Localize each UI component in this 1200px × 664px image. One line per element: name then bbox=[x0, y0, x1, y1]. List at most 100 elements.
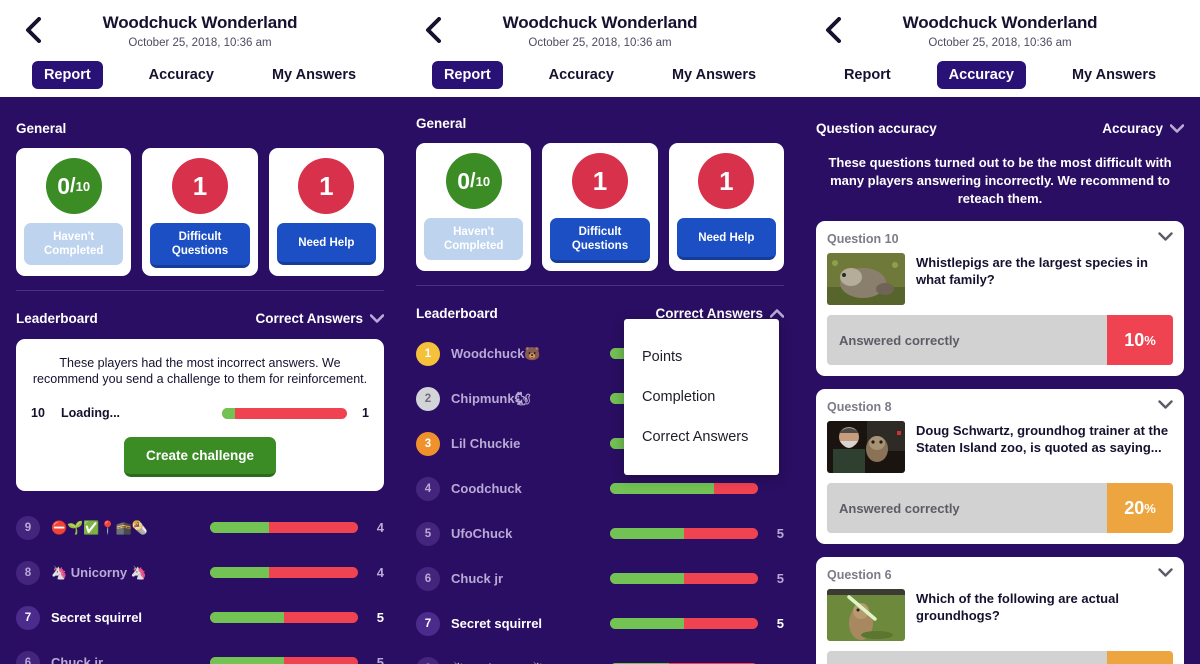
player-name: Woodchuck🐻 bbox=[451, 345, 541, 361]
chevron-left-icon bbox=[826, 17, 841, 43]
progress-correct-segment bbox=[610, 528, 684, 539]
stat-value-circle: 1 bbox=[698, 153, 755, 209]
challenge-card: These players had the most incorrect ans… bbox=[16, 339, 384, 491]
accuracy-percent: 10% bbox=[1107, 315, 1173, 365]
rank-badge: 6 bbox=[416, 566, 440, 591]
question-thumbnail bbox=[827, 421, 905, 473]
stat-value-circle: 0/10 bbox=[45, 158, 102, 214]
question-card[interactable]: Question 6 Which of the following are ac… bbox=[816, 557, 1184, 664]
leaderboard-sort-control[interactable]: Correct Answers bbox=[255, 311, 384, 326]
question-card[interactable]: Question 8 Doug Schwartz, groundhog trai… bbox=[816, 389, 1184, 544]
stat-label: Difficult Questions bbox=[550, 218, 650, 263]
player-name: Chipmunk🐿 bbox=[451, 390, 532, 406]
table-row[interactable]: 9 ⛔🌱✅📍🕋🌯 4 bbox=[16, 505, 384, 550]
player-name: Chuck jr bbox=[451, 571, 504, 586]
tab-my-answers[interactable]: My Answers bbox=[660, 61, 768, 89]
stat-card-havent-completed[interactable]: 0/10 Haven't Completed bbox=[416, 143, 532, 271]
table-row[interactable]: 6 Chuck jr 5 bbox=[16, 640, 384, 664]
chevron-down-icon[interactable] bbox=[1158, 232, 1173, 241]
accuracy-percent-value: 20 bbox=[1124, 497, 1145, 518]
progress-correct-segment bbox=[210, 657, 284, 664]
stat-value-circle: 1 bbox=[571, 153, 628, 209]
rank-badge: 9 bbox=[16, 515, 40, 540]
back-button[interactable] bbox=[420, 16, 446, 44]
chevron-left-icon bbox=[426, 17, 441, 43]
table-row[interactable]: 7 Secret squirrel 5 bbox=[416, 601, 784, 646]
rank-badge: 2 bbox=[416, 386, 440, 411]
tab-my-answers[interactable]: My Answers bbox=[260, 61, 368, 89]
score-progress-bar bbox=[210, 612, 358, 623]
stat-card-need-help[interactable]: 1 Need Help bbox=[268, 148, 384, 276]
stat-card-havent-completed[interactable]: 0/10 Haven't Completed bbox=[16, 148, 132, 276]
progress-correct-segment bbox=[210, 522, 270, 533]
stat-card-difficult-questions[interactable]: 1 Difficult Questions bbox=[142, 148, 258, 276]
dropdown-option-points[interactable]: Points bbox=[624, 337, 779, 377]
chevron-down-icon[interactable] bbox=[1158, 400, 1173, 409]
stat-denominator: 10 bbox=[475, 173, 491, 189]
rank-badge: 3 bbox=[416, 431, 440, 456]
app-header: Woodchuck Wonderland October 25, 2018, 1… bbox=[0, 0, 400, 97]
answered-correctly-bar: Answered correctly bbox=[827, 651, 1173, 664]
table-row[interactable]: 5 UfoChuck 5 bbox=[416, 511, 784, 556]
player-name: ⛔🌱✅📍🕋🌯 bbox=[51, 519, 149, 535]
score-progress-bar bbox=[610, 618, 758, 629]
panel-body: General 0/10 Haven't Completed 1 Difficu… bbox=[0, 97, 400, 664]
accuracy-percent-unit: % bbox=[1144, 332, 1156, 348]
app-screen: Woodchuck Wonderland October 25, 2018, 1… bbox=[0, 0, 1200, 664]
tab-report[interactable]: Report bbox=[832, 61, 903, 89]
progress-correct-segment bbox=[210, 612, 284, 623]
stat-card-difficult-questions[interactable]: 1 Difficult Questions bbox=[542, 143, 658, 271]
table-row[interactable]: 7 Secret squirrel 5 bbox=[16, 595, 384, 640]
page-subtitle: October 25, 2018, 10:36 am bbox=[128, 37, 272, 49]
sort-dropdown-menu[interactable]: Points Completion Correct Answers bbox=[624, 319, 779, 475]
dropdown-option-correct-answers[interactable]: Correct Answers bbox=[624, 417, 779, 457]
tab-accuracy[interactable]: Accuracy bbox=[537, 61, 626, 89]
rank-badge: 8 bbox=[16, 560, 40, 585]
tab-my-answers[interactable]: My Answers bbox=[1060, 61, 1168, 89]
page-title: Woodchuck Wonderland bbox=[902, 13, 1098, 32]
player-name: UfoChuck bbox=[451, 526, 513, 541]
accuracy-percent bbox=[1107, 651, 1173, 664]
dropdown-option-completion[interactable]: Completion bbox=[624, 377, 779, 417]
stat-label: Need Help bbox=[676, 218, 776, 260]
section-title-question-accuracy: Question accuracy bbox=[816, 121, 937, 136]
table-row[interactable]: 8 🦄 Unicorny 🦄 4 bbox=[16, 550, 384, 595]
back-button[interactable] bbox=[20, 16, 46, 44]
stat-label: Haven't Completed bbox=[24, 223, 124, 265]
tab-accuracy[interactable]: Accuracy bbox=[137, 61, 226, 89]
challenge-player-score: 1 bbox=[362, 406, 369, 420]
chevron-left-icon bbox=[26, 17, 41, 43]
stat-value-circle: 1 bbox=[298, 158, 355, 214]
section-title-general: General bbox=[416, 116, 467, 131]
chevron-down-icon[interactable] bbox=[1158, 568, 1173, 577]
player-score: 4 bbox=[376, 565, 384, 580]
challenge-player-row: 10 Loading... 1 bbox=[31, 406, 369, 420]
tab-report[interactable]: Report bbox=[431, 61, 503, 89]
progress-correct-segment bbox=[610, 573, 684, 584]
panel-body: General 0/10 Haven't Completed 1 Difficu… bbox=[400, 97, 800, 664]
sort-label: Accuracy bbox=[1102, 121, 1163, 136]
leaderboard-rows: 9 ⛔🌱✅📍🕋🌯 4 8 🦄 Unicorny 🦄 4 7 Secret squ… bbox=[16, 505, 384, 664]
question-text: Doug Schwartz, groundhog trainer at the … bbox=[916, 423, 1169, 455]
stat-card-need-help[interactable]: 1 Need Help bbox=[668, 143, 784, 271]
tab-accuracy[interactable]: Accuracy bbox=[936, 61, 1026, 89]
general-stats: 0/10 Haven't Completed 1 Difficult Quest… bbox=[16, 148, 384, 276]
accuracy-sort-control[interactable]: Accuracy bbox=[1102, 121, 1184, 136]
player-score: 5 bbox=[776, 571, 784, 586]
back-button[interactable] bbox=[820, 16, 846, 44]
leaderboard-title: Leaderboard bbox=[416, 306, 498, 321]
create-challenge-button[interactable]: Create challenge bbox=[123, 437, 277, 477]
question-card[interactable]: Question 10 Whistlepigs are the largest … bbox=[816, 221, 1184, 376]
table-row[interactable]: 6 Chuck jr 5 bbox=[416, 556, 784, 601]
leaderboard-header: Leaderboard Correct Answers bbox=[16, 291, 384, 326]
leaderboard-title: Leaderboard bbox=[16, 311, 98, 326]
player-score: 5 bbox=[376, 610, 384, 625]
app-header: Woodchuck Wonderland October 25, 2018, 1… bbox=[800, 0, 1200, 97]
app-header: Woodchuck Wonderland October 25, 2018, 1… bbox=[400, 0, 800, 97]
player-name: Secret squirrel bbox=[51, 610, 143, 625]
table-row[interactable]: 8 🦄 Unicorny 🦄 4 bbox=[416, 646, 784, 664]
tab-report[interactable]: Report bbox=[31, 61, 103, 89]
question-thumbnail bbox=[827, 589, 905, 641]
challenge-player-rank: 10 bbox=[31, 406, 45, 420]
sort-label: Correct Answers bbox=[255, 311, 363, 326]
